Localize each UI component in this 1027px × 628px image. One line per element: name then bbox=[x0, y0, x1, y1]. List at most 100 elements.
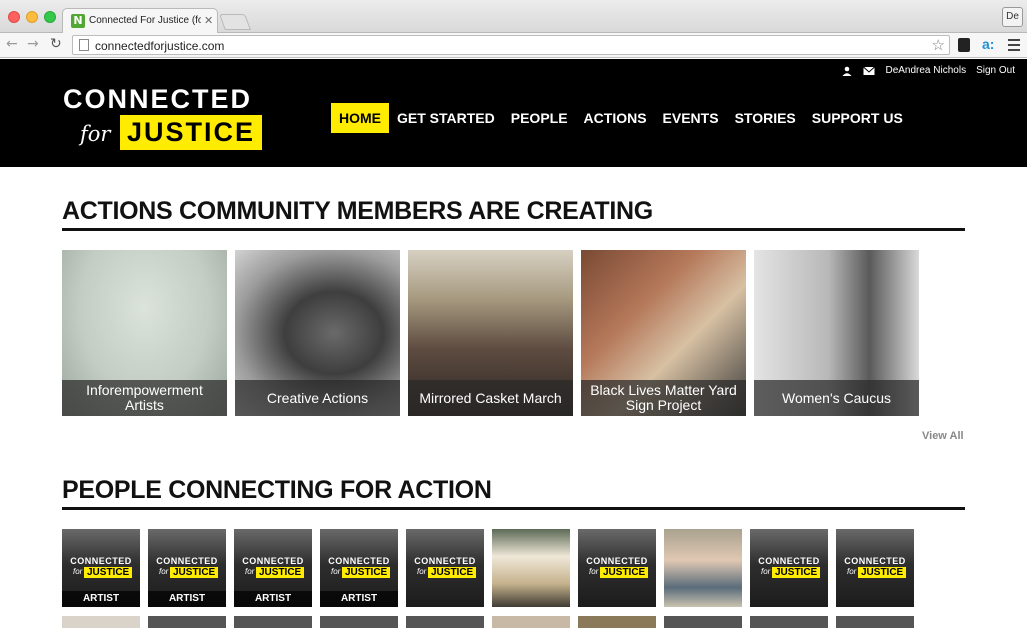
main-navigation: HOME GET STARTED PEOPLE ACTIONS EVENTS S… bbox=[331, 103, 911, 133]
person-card[interactable]: CONNECTED for JUSTICE bbox=[836, 529, 914, 607]
mini-logo-connected: CONNECTED bbox=[156, 556, 218, 566]
action-card-black-lives-matter[interactable]: Black Lives Matter Yard Sign Project bbox=[581, 250, 746, 416]
url-text: connectedforjustice.com bbox=[95, 39, 225, 53]
person-thumbnail[interactable] bbox=[234, 616, 312, 628]
view-all-link[interactable]: View All bbox=[922, 430, 964, 442]
person-thumbnail[interactable] bbox=[664, 616, 742, 628]
mini-logo-justice: JUSTICE bbox=[256, 567, 305, 578]
action-card-inforempowerment[interactable]: Inforempowerment Artists bbox=[62, 250, 227, 416]
browser-menu-icon[interactable] bbox=[1008, 39, 1020, 51]
mini-logo-connected: CONNECTED bbox=[70, 556, 132, 566]
address-bar[interactable]: connectedforjustice.com ☆ bbox=[72, 35, 950, 55]
person-role-label: ARTIST bbox=[234, 591, 312, 607]
site-favicon-icon: N bbox=[71, 14, 85, 28]
mini-logo-justice: JUSTICE bbox=[600, 567, 649, 578]
person-thumbnail[interactable] bbox=[62, 616, 140, 628]
tab-title: Connected For Justice (for bbox=[89, 15, 201, 26]
page-icon bbox=[79, 39, 89, 51]
person-photo bbox=[492, 529, 570, 607]
nav-stories[interactable]: STORIES bbox=[727, 103, 804, 133]
mini-logo-for: for bbox=[847, 567, 857, 576]
mini-logo-justice: JUSTICE bbox=[772, 567, 821, 578]
logo-justice-text: JUSTICE bbox=[120, 115, 263, 150]
mini-logo-connected: CONNECTED bbox=[414, 556, 476, 566]
mini-logo-justice: JUSTICE bbox=[858, 567, 907, 578]
nav-get-started[interactable]: GET STARTED bbox=[389, 103, 503, 133]
nav-support-us[interactable]: SUPPORT US bbox=[804, 103, 911, 133]
mini-logo-connected: CONNECTED bbox=[242, 556, 304, 566]
mail-icon[interactable] bbox=[863, 66, 876, 76]
nav-people[interactable]: PEOPLE bbox=[503, 103, 576, 133]
person-thumbnail[interactable] bbox=[750, 616, 828, 628]
mini-logo-justice: JUSTICE bbox=[84, 567, 133, 578]
actions-section-title: ACTIONS COMMUNITY MEMBERS ARE CREATING bbox=[62, 197, 965, 231]
window-minimize-button[interactable] bbox=[26, 11, 38, 23]
person-card[interactable]: CONNECTED for JUSTICE ARTIST bbox=[148, 529, 226, 607]
person-role-label: ARTIST bbox=[320, 591, 398, 607]
mini-logo-for: for bbox=[589, 567, 599, 576]
sign-out-link[interactable]: Sign Out bbox=[976, 65, 1015, 76]
window-maximize-button[interactable] bbox=[44, 11, 56, 23]
window-close-button[interactable] bbox=[8, 11, 20, 23]
mini-logo-justice: JUSTICE bbox=[342, 567, 391, 578]
action-card-label: Creative Actions bbox=[235, 380, 400, 416]
action-card-womens-caucus[interactable]: Women's Caucus bbox=[754, 250, 919, 416]
mini-logo-connected: CONNECTED bbox=[758, 556, 820, 566]
person-thumbnail[interactable] bbox=[492, 616, 570, 628]
mini-logo-for: for bbox=[73, 567, 83, 576]
extension-a-icon[interactable]: a: bbox=[982, 36, 994, 52]
person-role-label: ARTIST bbox=[62, 591, 140, 607]
extension-owl-icon[interactable] bbox=[958, 38, 970, 52]
browser-tab[interactable]: N Connected For Justice (for ✕ bbox=[62, 8, 218, 34]
action-card-label: Women's Caucus bbox=[754, 380, 919, 416]
profile-button[interactable]: De bbox=[1002, 7, 1023, 27]
new-tab-button[interactable] bbox=[219, 14, 251, 30]
people-section-title: PEOPLE CONNECTING FOR ACTION bbox=[62, 476, 965, 510]
people-grid: CONNECTED for JUSTICE ARTIST CONNECTED for JUS… bbox=[62, 529, 914, 607]
action-card-label: Black Lives Matter Yard Sign Project bbox=[581, 380, 746, 416]
back-arrow-icon[interactable]: ← bbox=[6, 36, 18, 52]
person-card[interactable]: CONNECTED for JUSTICE ARTIST bbox=[62, 529, 140, 607]
person-card[interactable] bbox=[664, 529, 742, 607]
user-name-link[interactable]: DeAndrea Nichols bbox=[885, 65, 966, 76]
action-card-creative-actions[interactable]: Creative Actions bbox=[235, 250, 400, 416]
browser-titlebar: N Connected For Justice (for ✕ De bbox=[0, 0, 1027, 34]
person-role-label: ARTIST bbox=[148, 591, 226, 607]
person-thumbnail[interactable] bbox=[148, 616, 226, 628]
person-card[interactable] bbox=[492, 529, 570, 607]
mini-logo-justice: JUSTICE bbox=[170, 567, 219, 578]
person-thumbnail[interactable] bbox=[320, 616, 398, 628]
person-thumbnail[interactable] bbox=[578, 616, 656, 628]
person-card[interactable]: CONNECTED for JUSTICE bbox=[750, 529, 828, 607]
mini-logo-connected: CONNECTED bbox=[586, 556, 648, 566]
person-card[interactable]: CONNECTED for JUSTICE ARTIST bbox=[320, 529, 398, 607]
person-card[interactable]: CONNECTED for JUSTICE ARTIST bbox=[234, 529, 312, 607]
people-grid-next-row bbox=[62, 616, 914, 628]
browser-toolbar: ← → ↻ connectedforjustice.com ☆ a: bbox=[0, 33, 1027, 58]
bookmark-star-icon[interactable]: ☆ bbox=[932, 36, 945, 54]
mini-logo-for: for bbox=[417, 567, 427, 576]
mini-logo-connected: CONNECTED bbox=[844, 556, 906, 566]
person-thumbnail[interactable] bbox=[836, 616, 914, 628]
nav-home[interactable]: HOME bbox=[331, 103, 389, 133]
forward-arrow-icon[interactable]: → bbox=[27, 36, 39, 52]
action-card-mirrored-casket[interactable]: Mirrored Casket March bbox=[408, 250, 573, 416]
mini-logo-for: for bbox=[159, 567, 169, 576]
nav-actions[interactable]: ACTIONS bbox=[576, 103, 655, 133]
mini-logo-justice: JUSTICE bbox=[428, 567, 477, 578]
reload-icon[interactable]: ↻ bbox=[50, 36, 62, 52]
action-card-label: Mirrored Casket March bbox=[408, 380, 573, 416]
site-header: DeAndrea Nichols Sign Out CONNECTED for … bbox=[0, 59, 1027, 167]
tab-close-icon[interactable]: ✕ bbox=[204, 14, 213, 27]
action-card-label: Inforempowerment Artists bbox=[62, 380, 227, 416]
add-user-icon[interactable] bbox=[841, 66, 853, 76]
person-thumbnail[interactable] bbox=[406, 616, 484, 628]
logo-for-text: for bbox=[80, 122, 111, 146]
person-card[interactable]: CONNECTED for JUSTICE bbox=[406, 529, 484, 607]
mini-logo-for: for bbox=[331, 567, 341, 576]
nav-events[interactable]: EVENTS bbox=[655, 103, 727, 133]
user-utility-bar: DeAndrea Nichols Sign Out bbox=[841, 65, 1015, 76]
mini-logo-for: for bbox=[761, 567, 771, 576]
person-card[interactable]: CONNECTED for JUSTICE bbox=[578, 529, 656, 607]
logo-connected-text: CONNECTED bbox=[63, 84, 253, 114]
